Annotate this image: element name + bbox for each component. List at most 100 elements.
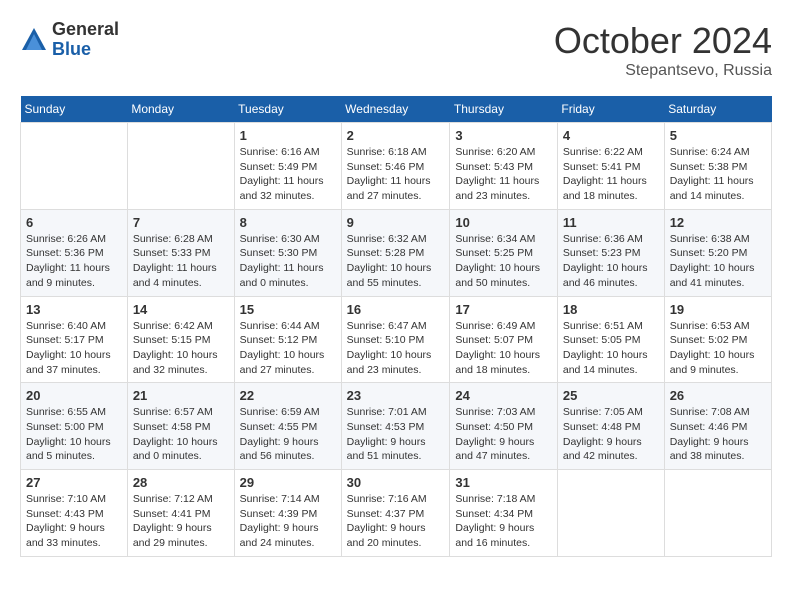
calendar-week-row: 6 Sunrise: 6:26 AMSunset: 5:36 PMDaylight…: [21, 209, 772, 296]
calendar-cell: 10 Sunrise: 6:34 AMSunset: 5:25 PMDayligh…: [450, 209, 557, 296]
calendar-cell: 21Sunrise: 6:57 AMSunset: 4:58 PMDayligh…: [127, 383, 234, 470]
calendar-cell: 14 Sunrise: 6:42 AMSunset: 5:15 PMDayligh…: [127, 296, 234, 383]
calendar-cell: 13Sunrise: 6:40 AMSunset: 5:17 PMDayligh…: [21, 296, 128, 383]
day-info: Sunrise: 7:10 AMSunset: 4:43 PMDaylight:…: [26, 492, 122, 551]
calendar-cell: 31Sunrise: 7:18 AMSunset: 4:34 PMDayligh…: [450, 470, 557, 557]
day-number: 7: [133, 215, 229, 230]
day-info: Sunrise: 6:26 AMSunset: 5:36 PMDaylight:…: [26, 232, 122, 291]
day-info: Sunrise: 7:14 AMSunset: 4:39 PMDaylight:…: [240, 492, 336, 551]
calendar-cell: 2 Sunrise: 6:18 AMSunset: 5:46 PMDaylight…: [341, 123, 450, 210]
day-info: Sunrise: 6:30 AMSunset: 5:30 PMDaylight:…: [240, 232, 336, 291]
header-friday: Friday: [557, 96, 664, 123]
day-number: 4: [563, 128, 659, 143]
calendar-cell: 12 Sunrise: 6:38 AMSunset: 5:20 PMDayligh…: [664, 209, 771, 296]
day-number: 30: [347, 475, 445, 490]
header-thursday: Thursday: [450, 96, 557, 123]
day-number: 10: [455, 215, 551, 230]
day-info: Sunrise: 6:38 AMSunset: 5:20 PMDaylight:…: [670, 232, 766, 291]
day-number: 26: [670, 388, 766, 403]
calendar-cell: 3Sunrise: 6:20 AMSunset: 5:43 PMDaylight…: [450, 123, 557, 210]
header-sunday: Sunday: [21, 96, 128, 123]
day-number: 19: [670, 302, 766, 317]
calendar-cell: 16Sunrise: 6:47 AMSunset: 5:10 PMDayligh…: [341, 296, 450, 383]
day-info: Sunrise: 6:18 AMSunset: 5:46 PMDaylight:…: [347, 145, 445, 204]
logo-general: General: [52, 20, 119, 40]
day-info: Sunrise: 6:20 AMSunset: 5:43 PMDaylight:…: [455, 145, 551, 204]
day-number: 20: [26, 388, 122, 403]
calendar-cell: [21, 123, 128, 210]
calendar-cell: 6 Sunrise: 6:26 AMSunset: 5:36 PMDaylight…: [21, 209, 128, 296]
day-number: 25: [563, 388, 659, 403]
day-info: Sunrise: 6:53 AMSunset: 5:02 PMDaylight:…: [670, 319, 766, 378]
day-number: 13: [26, 302, 122, 317]
day-info: Sunrise: 7:05 AMSunset: 4:48 PMDaylight:…: [563, 405, 659, 464]
header-wednesday: Wednesday: [341, 96, 450, 123]
calendar-cell: 24 Sunrise: 7:03 AMSunset: 4:50 PMDayligh…: [450, 383, 557, 470]
calendar-cell: 22 Sunrise: 6:59 AMSunset: 4:55 PMDayligh…: [234, 383, 341, 470]
day-number: 9: [347, 215, 445, 230]
day-info: Sunrise: 6:42 AMSunset: 5:15 PMDaylight:…: [133, 319, 229, 378]
day-number: 27: [26, 475, 122, 490]
calendar-cell: 4 Sunrise: 6:22 AMSunset: 5:41 PMDaylight…: [557, 123, 664, 210]
day-number: 24: [455, 388, 551, 403]
day-number: 29: [240, 475, 336, 490]
day-number: 22: [240, 388, 336, 403]
day-info: Sunrise: 7:01 AMSunset: 4:53 PMDaylight:…: [347, 405, 445, 464]
logo-icon: [20, 26, 48, 54]
day-info: Sunrise: 7:08 AMSunset: 4:46 PMDaylight:…: [670, 405, 766, 464]
page-header: General Blue October 2024 Stepantsevo, R…: [20, 20, 772, 80]
calendar-cell: 28 Sunrise: 7:12 AMSunset: 4:41 PMDayligh…: [127, 470, 234, 557]
day-info: Sunrise: 6:34 AMSunset: 5:25 PMDaylight:…: [455, 232, 551, 291]
title-block: October 2024 Stepantsevo, Russia: [554, 20, 772, 80]
day-info: Sunrise: 6:59 AMSunset: 4:55 PMDaylight:…: [240, 405, 336, 464]
day-info: Sunrise: 6:49 AMSunset: 5:07 PMDaylight:…: [455, 319, 551, 378]
calendar-week-row: 13Sunrise: 6:40 AMSunset: 5:17 PMDayligh…: [21, 296, 772, 383]
day-number: 21: [133, 388, 229, 403]
calendar-cell: 20 Sunrise: 6:55 AMSunset: 5:00 PMDayligh…: [21, 383, 128, 470]
day-info: Sunrise: 6:28 AMSunset: 5:33 PMDaylight:…: [133, 232, 229, 291]
day-info: Sunrise: 7:18 AMSunset: 4:34 PMDaylight:…: [455, 492, 551, 551]
day-info: Sunrise: 6:36 AMSunset: 5:23 PMDaylight:…: [563, 232, 659, 291]
calendar-cell: [557, 470, 664, 557]
calendar-cell: [127, 123, 234, 210]
day-number: 28: [133, 475, 229, 490]
calendar-cell: 23Sunrise: 7:01 AMSunset: 4:53 PMDayligh…: [341, 383, 450, 470]
day-info: Sunrise: 6:22 AMSunset: 5:41 PMDaylight:…: [563, 145, 659, 204]
calendar-cell: 25 Sunrise: 7:05 AMSunset: 4:48 PMDayligh…: [557, 383, 664, 470]
day-number: 14: [133, 302, 229, 317]
day-number: 5: [670, 128, 766, 143]
calendar-week-row: 20 Sunrise: 6:55 AMSunset: 5:00 PMDayligh…: [21, 383, 772, 470]
calendar-cell: 11 Sunrise: 6:36 AMSunset: 5:23 PMDayligh…: [557, 209, 664, 296]
day-number: 11: [563, 215, 659, 230]
location-title: Stepantsevo, Russia: [554, 62, 772, 80]
day-info: Sunrise: 7:03 AMSunset: 4:50 PMDaylight:…: [455, 405, 551, 464]
day-number: 17: [455, 302, 551, 317]
logo-blue: Blue: [52, 40, 119, 60]
day-info: Sunrise: 6:44 AMSunset: 5:12 PMDaylight:…: [240, 319, 336, 378]
calendar-cell: 8Sunrise: 6:30 AMSunset: 5:30 PMDaylight…: [234, 209, 341, 296]
day-info: Sunrise: 6:16 AMSunset: 5:49 PMDaylight:…: [240, 145, 336, 204]
day-number: 2: [347, 128, 445, 143]
day-number: 12: [670, 215, 766, 230]
day-number: 16: [347, 302, 445, 317]
calendar-header-row: Sunday Monday Tuesday Wednesday Thursday…: [21, 96, 772, 123]
header-monday: Monday: [127, 96, 234, 123]
calendar-cell: 9Sunrise: 6:32 AMSunset: 5:28 PMDaylight…: [341, 209, 450, 296]
month-title: October 2024: [554, 20, 772, 62]
day-info: Sunrise: 7:16 AMSunset: 4:37 PMDaylight:…: [347, 492, 445, 551]
day-number: 18: [563, 302, 659, 317]
day-info: Sunrise: 7:12 AMSunset: 4:41 PMDaylight:…: [133, 492, 229, 551]
day-number: 6: [26, 215, 122, 230]
calendar-cell: 26 Sunrise: 7:08 AMSunset: 4:46 PMDayligh…: [664, 383, 771, 470]
day-info: Sunrise: 6:51 AMSunset: 5:05 PMDaylight:…: [563, 319, 659, 378]
calendar-cell: 5 Sunrise: 6:24 AMSunset: 5:38 PMDaylight…: [664, 123, 771, 210]
logo-text: General Blue: [52, 20, 119, 60]
calendar-cell: 17 Sunrise: 6:49 AMSunset: 5:07 PMDayligh…: [450, 296, 557, 383]
calendar-cell: 15Sunrise: 6:44 AMSunset: 5:12 PMDayligh…: [234, 296, 341, 383]
calendar-cell: 18 Sunrise: 6:51 AMSunset: 5:05 PMDayligh…: [557, 296, 664, 383]
logo: General Blue: [20, 20, 119, 60]
day-info: Sunrise: 6:55 AMSunset: 5:00 PMDaylight:…: [26, 405, 122, 464]
day-info: Sunrise: 6:24 AMSunset: 5:38 PMDaylight:…: [670, 145, 766, 204]
header-saturday: Saturday: [664, 96, 771, 123]
calendar-week-row: 27 Sunrise: 7:10 AMSunset: 4:43 PMDayligh…: [21, 470, 772, 557]
